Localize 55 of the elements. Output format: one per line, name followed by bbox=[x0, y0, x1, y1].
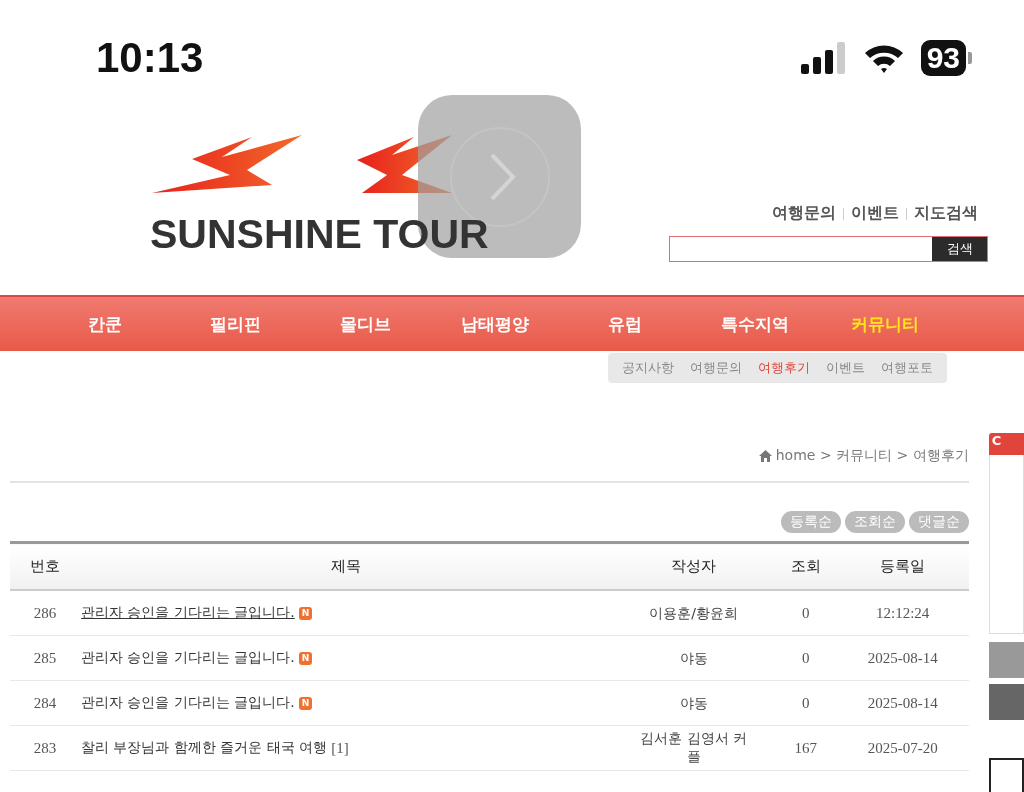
sub-nav-item[interactable]: 공지사항 bbox=[622, 359, 674, 377]
sort-button[interactable]: 댓글순 bbox=[908, 511, 969, 533]
table-cell: 0 bbox=[774, 635, 837, 681]
new-badge: N bbox=[298, 651, 313, 665]
breadcrumb: home > 커뮤니티 > 여행후기 bbox=[775, 447, 969, 465]
table-cell: 0 bbox=[774, 590, 837, 636]
nav-item[interactable]: 남태평양 bbox=[430, 312, 560, 336]
column-header: 조회 bbox=[774, 542, 837, 590]
column-header: 작성자 bbox=[612, 542, 775, 590]
logo-text: SUNSHINE TOUR bbox=[150, 211, 489, 257]
sub-nav-item[interactable]: 여행포토 bbox=[881, 359, 933, 377]
nav-item[interactable]: 필리핀 bbox=[170, 312, 300, 336]
battery-level: 93 bbox=[920, 39, 966, 76]
top-link[interactable]: 지도검색 bbox=[914, 203, 978, 224]
post-title-link[interactable]: 관리자 승인을 기다리는 글입니다. bbox=[81, 604, 295, 622]
signal-icon bbox=[800, 41, 847, 74]
table-cell-text: 이용훈/황윤희 bbox=[648, 604, 740, 623]
nav-item[interactable]: 몰디브 bbox=[300, 312, 430, 336]
column-header: 등록일 bbox=[836, 542, 969, 590]
table-cell: 2025-08-14 bbox=[836, 635, 969, 681]
table-cell: 167 bbox=[774, 725, 837, 771]
status-time: 10:13 bbox=[96, 33, 204, 82]
comment-count: [1] bbox=[331, 739, 349, 757]
table-cell: 12:12:24 bbox=[836, 590, 969, 636]
side-panel-tab[interactable]: C bbox=[988, 433, 1024, 455]
post-title-link[interactable]: 관리자 승인을 기다리는 글입니다. bbox=[81, 694, 295, 712]
home-icon bbox=[758, 450, 772, 462]
table-cell: 283 bbox=[10, 725, 80, 771]
nav-item[interactable]: 유럽 bbox=[560, 312, 690, 336]
sub-nav-item[interactable]: 이벤트 bbox=[826, 359, 865, 377]
post-title-link[interactable]: 찰리 부장님과 함께한 즐거운 태국 여행 bbox=[81, 739, 328, 757]
new-badge: N bbox=[298, 606, 313, 620]
sort-button[interactable]: 등록순 bbox=[780, 511, 841, 533]
table-cell: 2025-07-20 bbox=[836, 725, 969, 771]
table-cell: 286 bbox=[10, 590, 80, 636]
table-cell-text: 야동 bbox=[678, 649, 709, 668]
nav-item[interactable]: 특수지역 bbox=[690, 312, 820, 336]
table-cell-text: 김서훈 김영서 커플 bbox=[639, 730, 749, 766]
table-cell: 2025-08-14 bbox=[836, 680, 969, 726]
top-link[interactable]: 여행문의 bbox=[772, 203, 836, 224]
post-title-link[interactable]: 관리자 승인을 기다리는 글입니다. bbox=[81, 649, 295, 667]
column-header: 번호 bbox=[10, 542, 80, 590]
table-cell-text: 야동 bbox=[678, 694, 709, 713]
column-header: 제목 bbox=[80, 542, 613, 590]
new-badge: N bbox=[298, 696, 313, 710]
sort-button[interactable]: 조회순 bbox=[844, 511, 905, 533]
sub-nav-item[interactable]: 여행문의 bbox=[690, 359, 742, 377]
table-cell: 0 bbox=[774, 680, 837, 726]
nav-item[interactable]: 칸쿤 bbox=[40, 312, 170, 336]
table-cell: 285 bbox=[10, 635, 80, 681]
top-link[interactable]: 이벤트 bbox=[851, 203, 899, 224]
side-block[interactable] bbox=[988, 758, 1024, 792]
nav-item[interactable]: 커뮤니티 bbox=[820, 312, 950, 336]
table-cell: 284 bbox=[10, 680, 80, 726]
sub-nav-item[interactable]: 여행후기 bbox=[758, 359, 810, 377]
